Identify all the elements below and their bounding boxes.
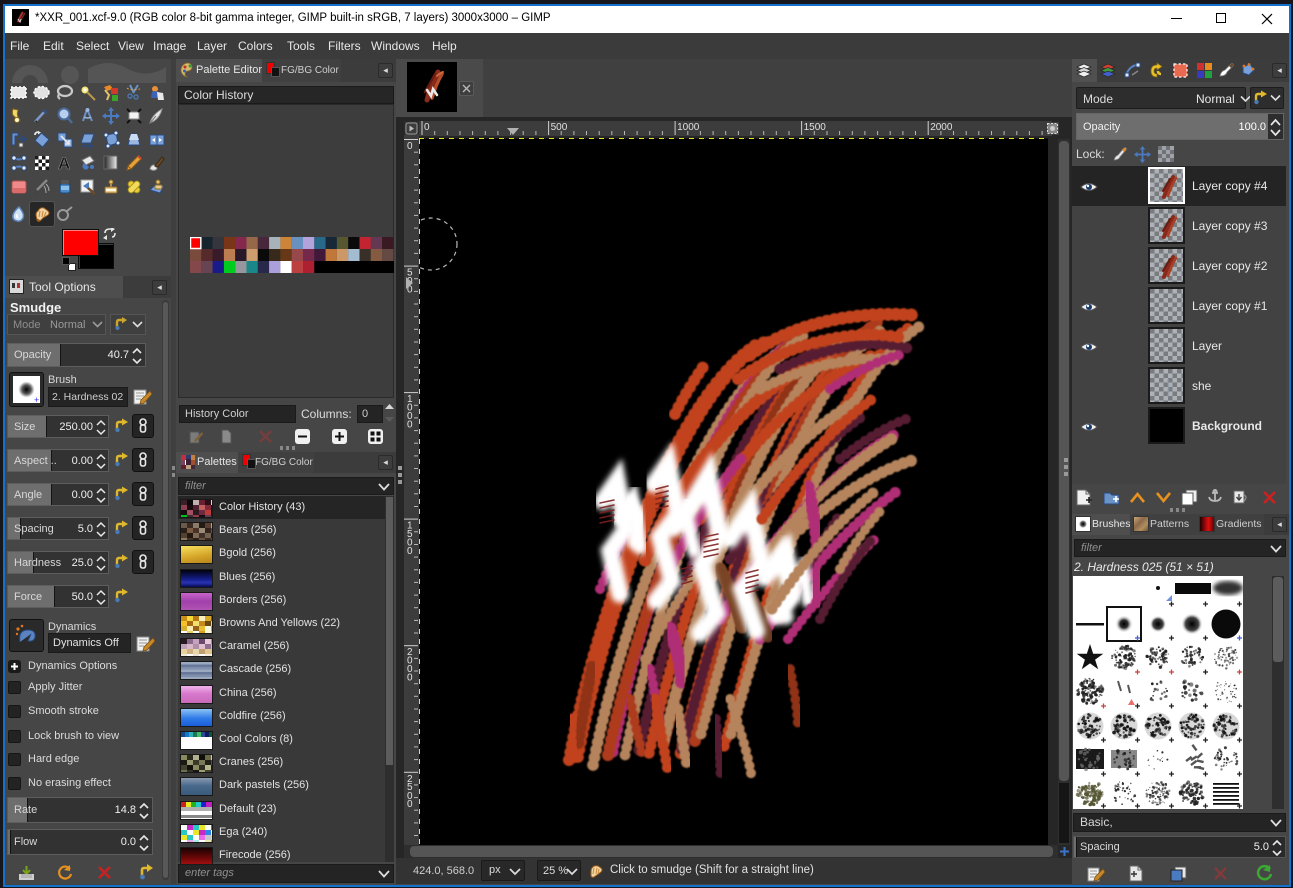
svg-text:0: 0 bbox=[407, 673, 413, 684]
svg-text:0: 0 bbox=[407, 141, 413, 152]
svg-text:0: 0 bbox=[407, 546, 413, 557]
svg-text:2000: 2000 bbox=[930, 122, 953, 133]
svg-text:+: + bbox=[34, 395, 39, 405]
svg-text:0: 0 bbox=[407, 420, 413, 431]
svg-text:0: 0 bbox=[424, 122, 430, 133]
svg-text:1000: 1000 bbox=[677, 122, 700, 133]
svg-text:A: A bbox=[58, 154, 70, 172]
svg-text:500: 500 bbox=[551, 122, 568, 133]
svg-text:1500: 1500 bbox=[804, 122, 827, 133]
svg-text:0: 0 bbox=[407, 799, 413, 810]
